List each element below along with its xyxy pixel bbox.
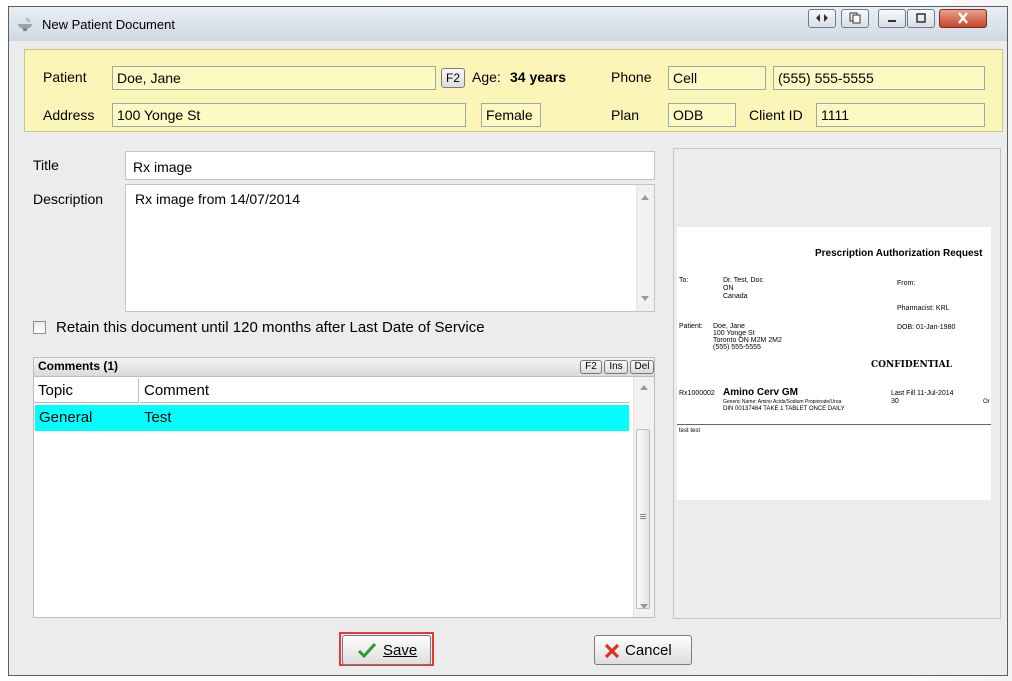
phone-number-field[interactable]: (555) 555-5555 — [773, 66, 985, 90]
doc-notes: test test — [679, 428, 701, 434]
column-header-topic[interactable]: Topic — [34, 379, 139, 403]
retain-checkbox[interactable] — [33, 321, 46, 334]
patient-label: Patient — [43, 69, 87, 85]
scroll-down-icon[interactable] — [641, 296, 649, 301]
doc-patient-phone: (555) 555-5555 — [713, 344, 761, 351]
title-bar[interactable]: New Patient Document — [9, 7, 1007, 41]
doc-patient-label: Patient: — [679, 323, 703, 330]
doc-to-prov: ON — [723, 285, 734, 292]
description-scrollbar[interactable] — [636, 185, 654, 311]
doc-to-label: To: — [679, 277, 689, 284]
scroll-down-icon[interactable] — [640, 604, 648, 609]
window-title: New Patient Document — [42, 17, 175, 32]
save-button[interactable]: Save — [342, 635, 431, 665]
comment-delete-button[interactable]: Del — [630, 360, 654, 374]
plan-field[interactable]: ODB — [668, 103, 736, 127]
doc-patient-name: Doe, Jane — [713, 323, 745, 330]
save-label: Save — [383, 642, 418, 659]
close-button[interactable] — [939, 9, 987, 28]
x-icon — [604, 643, 620, 659]
prescription-document-image: Prescription Authorization Request To: D… — [677, 227, 991, 500]
table-row[interactable]: General Test — [35, 405, 629, 431]
doc-generic-name: Generic Name: Amino Acids/Sodium Propion… — [723, 399, 842, 405]
comments-panel: Comments (1) F2 Ins Del Topic Comment Ge… — [33, 357, 655, 618]
comments-title: Comments (1) — [38, 359, 119, 373]
checkmark-icon — [357, 642, 377, 658]
doc-from-label: From: — [897, 280, 916, 287]
minimize-icon — [888, 20, 896, 22]
cell-topic: General — [39, 409, 93, 426]
phone-type-field[interactable]: Cell — [668, 66, 766, 90]
client-id-field[interactable]: 1111 — [816, 103, 985, 127]
gender-field[interactable]: Female — [481, 103, 541, 127]
doc-divider — [677, 424, 991, 425]
mortar-pestle-icon — [18, 17, 32, 31]
maximize-icon — [916, 13, 926, 23]
doc-to-name: Dr. Test, Doc — [723, 277, 763, 284]
age-value: 34 years — [510, 69, 567, 85]
title-label: Title — [33, 157, 59, 173]
doc-confidential: CONFIDENTIAL — [871, 360, 952, 370]
description-textarea[interactable]: Rx image from 14/07/2014 — [125, 184, 655, 312]
doc-trail: Or — [983, 399, 990, 405]
scroll-thumb[interactable] — [636, 429, 650, 609]
address-label: Address — [43, 107, 95, 123]
patient-name-field[interactable]: Doe, Jane — [112, 66, 436, 90]
doc-dob: DOB: 01-Jan-1980 — [897, 324, 956, 331]
copy-window-button[interactable] — [841, 9, 869, 28]
maximize-button[interactable] — [907, 9, 935, 28]
client-id-label: Client ID — [749, 107, 803, 123]
doc-drug-name: Amino Cerv GM — [723, 387, 799, 398]
doc-rx-number: Rx1000002 — [679, 390, 715, 397]
doc-patient-addr1: 100 Yonge St — [713, 330, 755, 337]
patient-info-panel: Patient Doe, Jane F2 Age: 34 years Phone… — [24, 49, 1003, 132]
arrows-icon — [816, 14, 828, 22]
column-header-comment[interactable]: Comment — [140, 379, 630, 403]
description-text: Rx image from 14/07/2014 — [135, 191, 300, 207]
title-input[interactable]: Rx image — [125, 151, 655, 180]
comment-edit-f2-button[interactable]: F2 — [580, 360, 602, 374]
close-icon — [958, 12, 968, 24]
comment-insert-button[interactable]: Ins — [604, 360, 628, 374]
doc-heading: Prescription Authorization Request — [815, 248, 983, 259]
plan-label: Plan — [611, 107, 640, 123]
doc-qty: 30 — [891, 398, 899, 405]
comments-header: Comments (1) F2 Ins Del — [34, 358, 654, 377]
age-label: Age: — [472, 69, 501, 85]
patient-lookup-f2-button[interactable]: F2 — [441, 68, 465, 88]
copy-icon — [849, 12, 861, 24]
cancel-button[interactable]: Cancel — [594, 635, 692, 665]
restore-layout-button[interactable] — [808, 9, 836, 28]
cancel-label: Cancel — [625, 642, 672, 659]
minimize-button[interactable] — [878, 9, 906, 28]
doc-pharmacist: Pharmacist: KRL — [897, 305, 950, 312]
address-field[interactable]: 100 Yonge St — [112, 103, 466, 127]
doc-patient-addr2: Toronto ON M2M 2M2 — [713, 337, 782, 344]
scroll-up-icon[interactable] — [641, 195, 649, 200]
retain-label: Retain this document until 120 months af… — [56, 319, 485, 336]
doc-last-fill: Last Fill 11-Jul-2014 — [891, 390, 954, 397]
grip-icon — [640, 514, 646, 515]
doc-to-country: Canada — [723, 293, 748, 300]
doc-din-line: DIN 00137464 TAKE 1 TABLET ONCE DAILY — [723, 406, 845, 412]
comments-scrollbar[interactable] — [633, 377, 654, 617]
description-label: Description — [33, 191, 104, 207]
phone-label: Phone — [611, 69, 652, 85]
cell-comment: Test — [144, 409, 172, 426]
scroll-up-icon[interactable] — [640, 385, 648, 390]
